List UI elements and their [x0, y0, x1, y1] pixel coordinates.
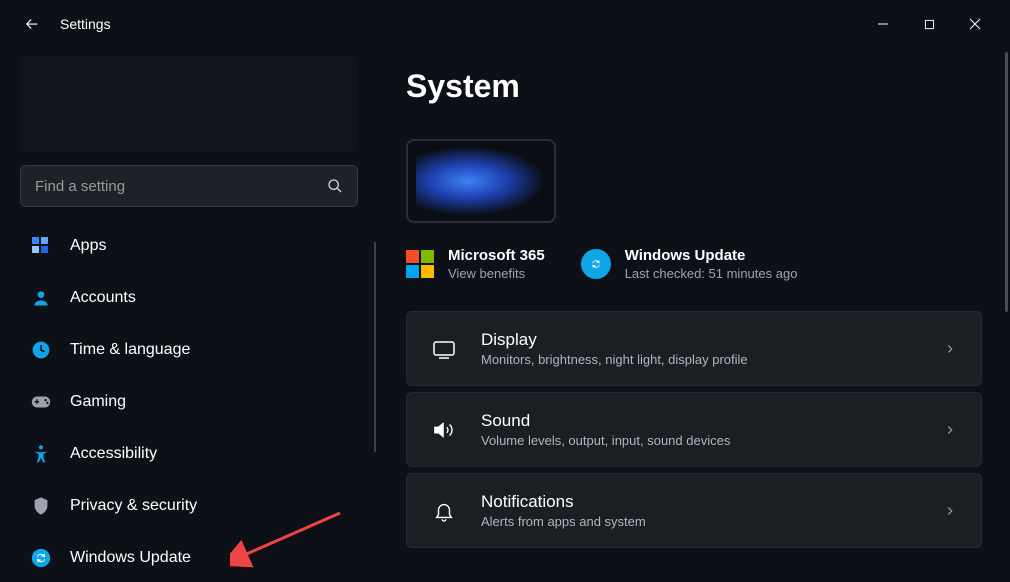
nav-label: Time & language	[70, 341, 190, 359]
sound-icon	[431, 417, 457, 443]
sidebar-scrollbar[interactable]	[374, 242, 376, 452]
back-button[interactable]	[12, 4, 52, 44]
card-display[interactable]: Display Monitors, brightness, night ligh…	[406, 311, 982, 386]
sidebar-item-gaming[interactable]: Gaming	[20, 383, 358, 421]
nav-list: Apps Accounts Time & language	[14, 227, 364, 577]
app-title: Settings	[60, 16, 111, 32]
content-scrollbar[interactable]	[1005, 52, 1008, 312]
minimize-icon	[877, 18, 889, 30]
shield-icon	[30, 495, 52, 517]
gaming-icon	[30, 391, 52, 413]
titlebar: Settings	[0, 0, 1010, 48]
maximize-button[interactable]	[906, 8, 952, 40]
chevron-right-icon	[943, 423, 957, 437]
card-title: Sound	[481, 411, 919, 431]
nav-label: Apps	[70, 237, 106, 255]
card-notifications[interactable]: Notifications Alerts from apps and syste…	[406, 473, 982, 548]
status-title: Windows Update	[625, 247, 798, 264]
nav-label: Accounts	[70, 289, 136, 307]
apps-icon	[30, 235, 52, 257]
maximize-icon	[924, 19, 935, 30]
update-status-icon	[581, 249, 611, 279]
sidebar: Apps Accounts Time & language	[0, 48, 378, 582]
card-sub: Monitors, brightness, night light, displ…	[481, 352, 919, 367]
update-icon	[30, 547, 52, 569]
nav-label: Gaming	[70, 393, 126, 411]
status-sub: Last checked: 51 minutes ago	[625, 266, 798, 281]
sidebar-item-windows-update[interactable]: Windows Update	[20, 539, 358, 577]
sidebar-item-accessibility[interactable]: Accessibility	[20, 435, 358, 473]
chevron-right-icon	[943, 504, 957, 518]
nav-label: Privacy & security	[70, 497, 197, 515]
clock-icon	[30, 339, 52, 361]
card-title: Notifications	[481, 492, 919, 512]
status-title: Microsoft 365	[448, 247, 545, 264]
sidebar-item-accounts[interactable]: Accounts	[20, 279, 358, 317]
card-title: Display	[481, 330, 919, 350]
window-controls	[860, 8, 998, 40]
minimize-button[interactable]	[860, 8, 906, 40]
chevron-right-icon	[943, 342, 957, 356]
page-title: System	[406, 68, 982, 105]
profile-block[interactable]	[20, 56, 358, 151]
nav-label: Windows Update	[70, 549, 191, 567]
card-sound[interactable]: Sound Volume levels, output, input, soun…	[406, 392, 982, 467]
back-arrow-icon	[23, 15, 41, 33]
microsoft-365-chip[interactable]: Microsoft 365 View benefits	[406, 247, 545, 281]
settings-cards: Display Monitors, brightness, night ligh…	[406, 311, 982, 548]
search-box[interactable]	[20, 165, 358, 207]
search-icon	[327, 178, 343, 194]
close-icon	[969, 18, 981, 30]
accessibility-icon	[30, 443, 52, 465]
close-button[interactable]	[952, 8, 998, 40]
content-area: System Microsoft 365 View benefits	[378, 48, 1010, 582]
sidebar-item-time-language[interactable]: Time & language	[20, 331, 358, 369]
status-row: Microsoft 365 View benefits Windows Upda…	[406, 247, 982, 281]
sidebar-item-privacy-security[interactable]: Privacy & security	[20, 487, 358, 525]
bell-icon	[431, 498, 457, 524]
search-input[interactable]	[35, 178, 327, 195]
device-preview[interactable]	[406, 139, 556, 223]
display-icon	[431, 336, 457, 362]
nav-label: Accessibility	[70, 445, 157, 463]
microsoft-logo-icon	[406, 250, 434, 278]
windows-update-chip[interactable]: Windows Update Last checked: 51 minutes …	[581, 247, 798, 281]
accounts-icon	[30, 287, 52, 309]
sidebar-item-apps[interactable]: Apps	[20, 227, 358, 265]
card-sub: Alerts from apps and system	[481, 514, 919, 529]
wallpaper-thumbnail	[416, 146, 546, 216]
status-sub: View benefits	[448, 266, 545, 281]
card-sub: Volume levels, output, input, sound devi…	[481, 433, 919, 448]
